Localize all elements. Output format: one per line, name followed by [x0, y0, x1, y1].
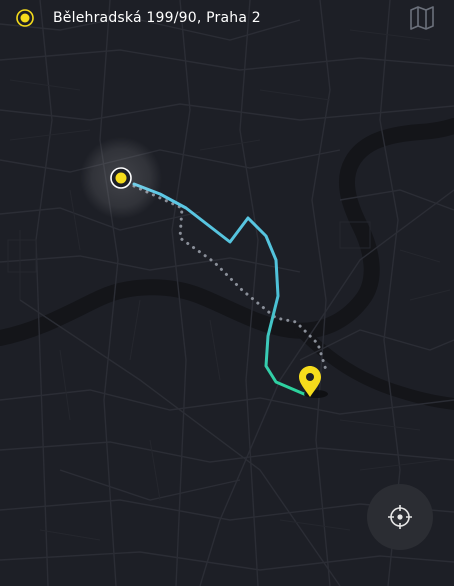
- top-bar: Bělehradská 199/90, Praha 2: [0, 0, 454, 36]
- origin-marker[interactable]: [80, 137, 162, 219]
- origin-dot-icon: [16, 9, 34, 27]
- map-icon[interactable]: [409, 5, 435, 31]
- crosshair-icon: [388, 505, 412, 529]
- address-label: Bělehradská 199/90, Praha 2: [53, 10, 261, 26]
- map-screen: Bělehradská 199/90, Praha 2: [0, 0, 454, 586]
- locate-me-button[interactable]: [367, 484, 433, 550]
